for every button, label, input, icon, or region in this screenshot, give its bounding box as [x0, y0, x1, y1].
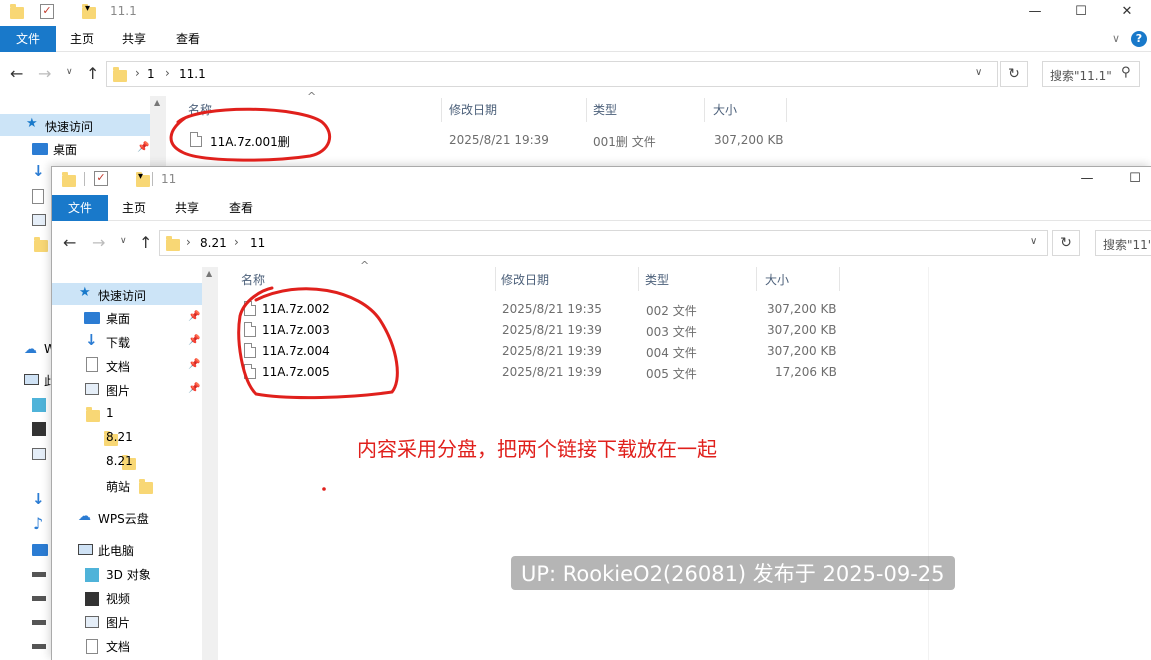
uploader-watermark: UP: RookieO2(26081) 发布于 2025-09-25 [511, 556, 955, 590]
red-dot [322, 487, 326, 491]
red-circle-front-files [237, 286, 399, 400]
red-circle-back-file [169, 107, 332, 162]
annotation-note: 内容采用分盘，把两个链接下载放在一起 [357, 437, 717, 461]
